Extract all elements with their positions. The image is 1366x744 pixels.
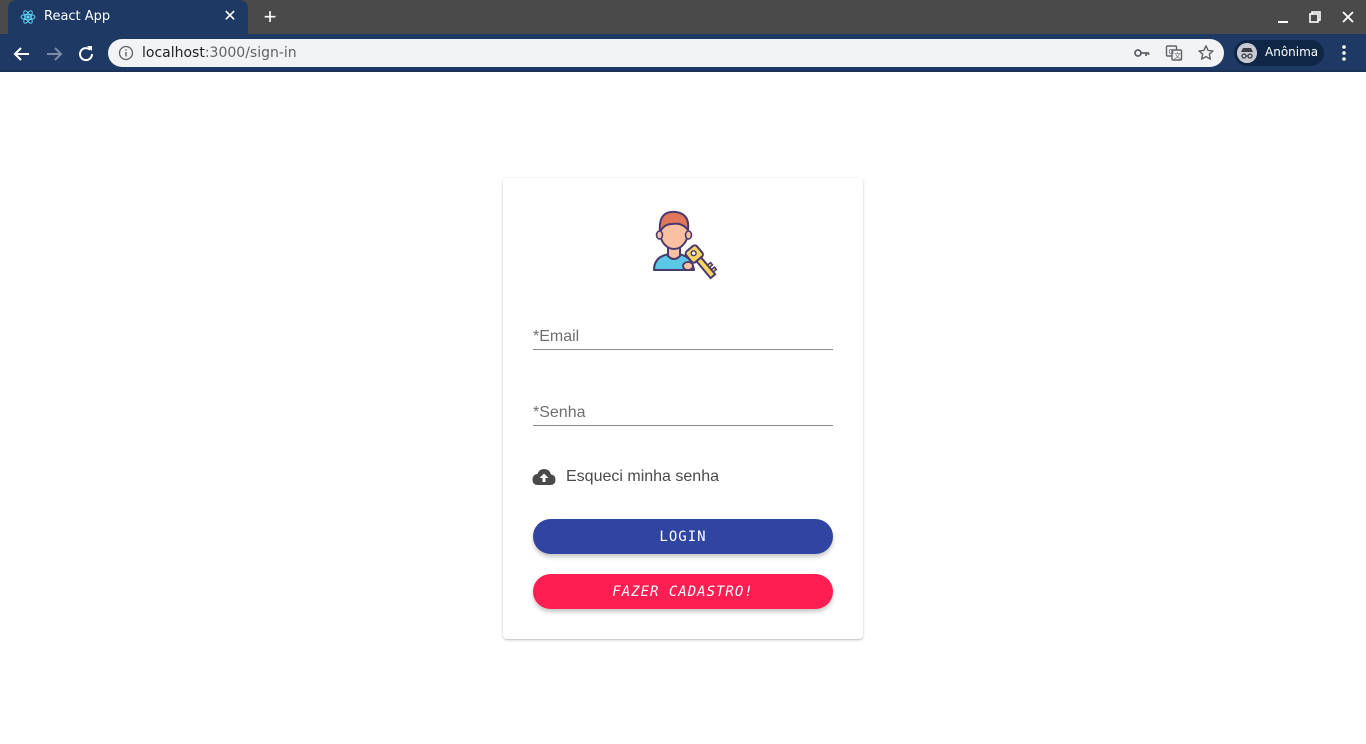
- incognito-icon: [1237, 43, 1257, 63]
- url-text[interactable]: localhost:3000/sign-in: [142, 45, 297, 61]
- new-tab-icon[interactable]: +: [258, 6, 282, 30]
- address-bar[interactable]: localhost:3000/sign-in G 文: [108, 39, 1224, 67]
- password-field: [533, 390, 833, 426]
- login-button[interactable]: LOGIN: [533, 519, 833, 554]
- incognito-profile-button[interactable]: Anônima: [1234, 40, 1324, 66]
- translate-icon[interactable]: G 文: [1165, 44, 1183, 62]
- reload-icon[interactable]: [74, 42, 98, 66]
- forgot-password-label: Esqueci minha senha: [566, 468, 719, 485]
- url-path: :3000/sign-in: [204, 45, 297, 61]
- browser-titlebar: React App ✕ +: [0, 0, 1366, 34]
- sign-in-card: Esqueci minha senha LOGIN FAZER CADASTRO…: [503, 178, 863, 639]
- email-input[interactable]: [533, 314, 833, 349]
- more-menu-icon[interactable]: [1336, 43, 1352, 63]
- profile-label: Anônima: [1265, 45, 1319, 59]
- tab-close-icon[interactable]: ✕: [220, 7, 240, 27]
- minimize-icon[interactable]: [1274, 8, 1292, 26]
- react-icon: [20, 10, 36, 24]
- forward-arrow-icon[interactable]: [42, 42, 66, 66]
- browser-toolbar: localhost:3000/sign-in G 文 Anônima: [0, 34, 1366, 72]
- cloud-upload-icon: [532, 469, 556, 485]
- forgot-password-link[interactable]: Esqueci minha senha: [531, 464, 719, 490]
- restore-icon[interactable]: [1306, 8, 1324, 26]
- tab-title: React App: [44, 9, 111, 24]
- browser-tab[interactable]: React App ✕: [8, 0, 248, 34]
- svg-text:文: 文: [1174, 51, 1181, 60]
- key-icon[interactable]: [1133, 44, 1151, 62]
- star-icon[interactable]: [1197, 44, 1215, 62]
- back-arrow-icon[interactable]: [10, 42, 34, 66]
- url-host: localhost: [142, 45, 205, 61]
- email-field: [533, 314, 833, 350]
- info-icon[interactable]: [118, 45, 134, 61]
- signup-button[interactable]: FAZER CADASTRO!: [533, 574, 833, 609]
- user-key-icon: [653, 210, 718, 280]
- close-window-icon[interactable]: [1339, 8, 1357, 26]
- password-input[interactable]: [533, 390, 833, 425]
